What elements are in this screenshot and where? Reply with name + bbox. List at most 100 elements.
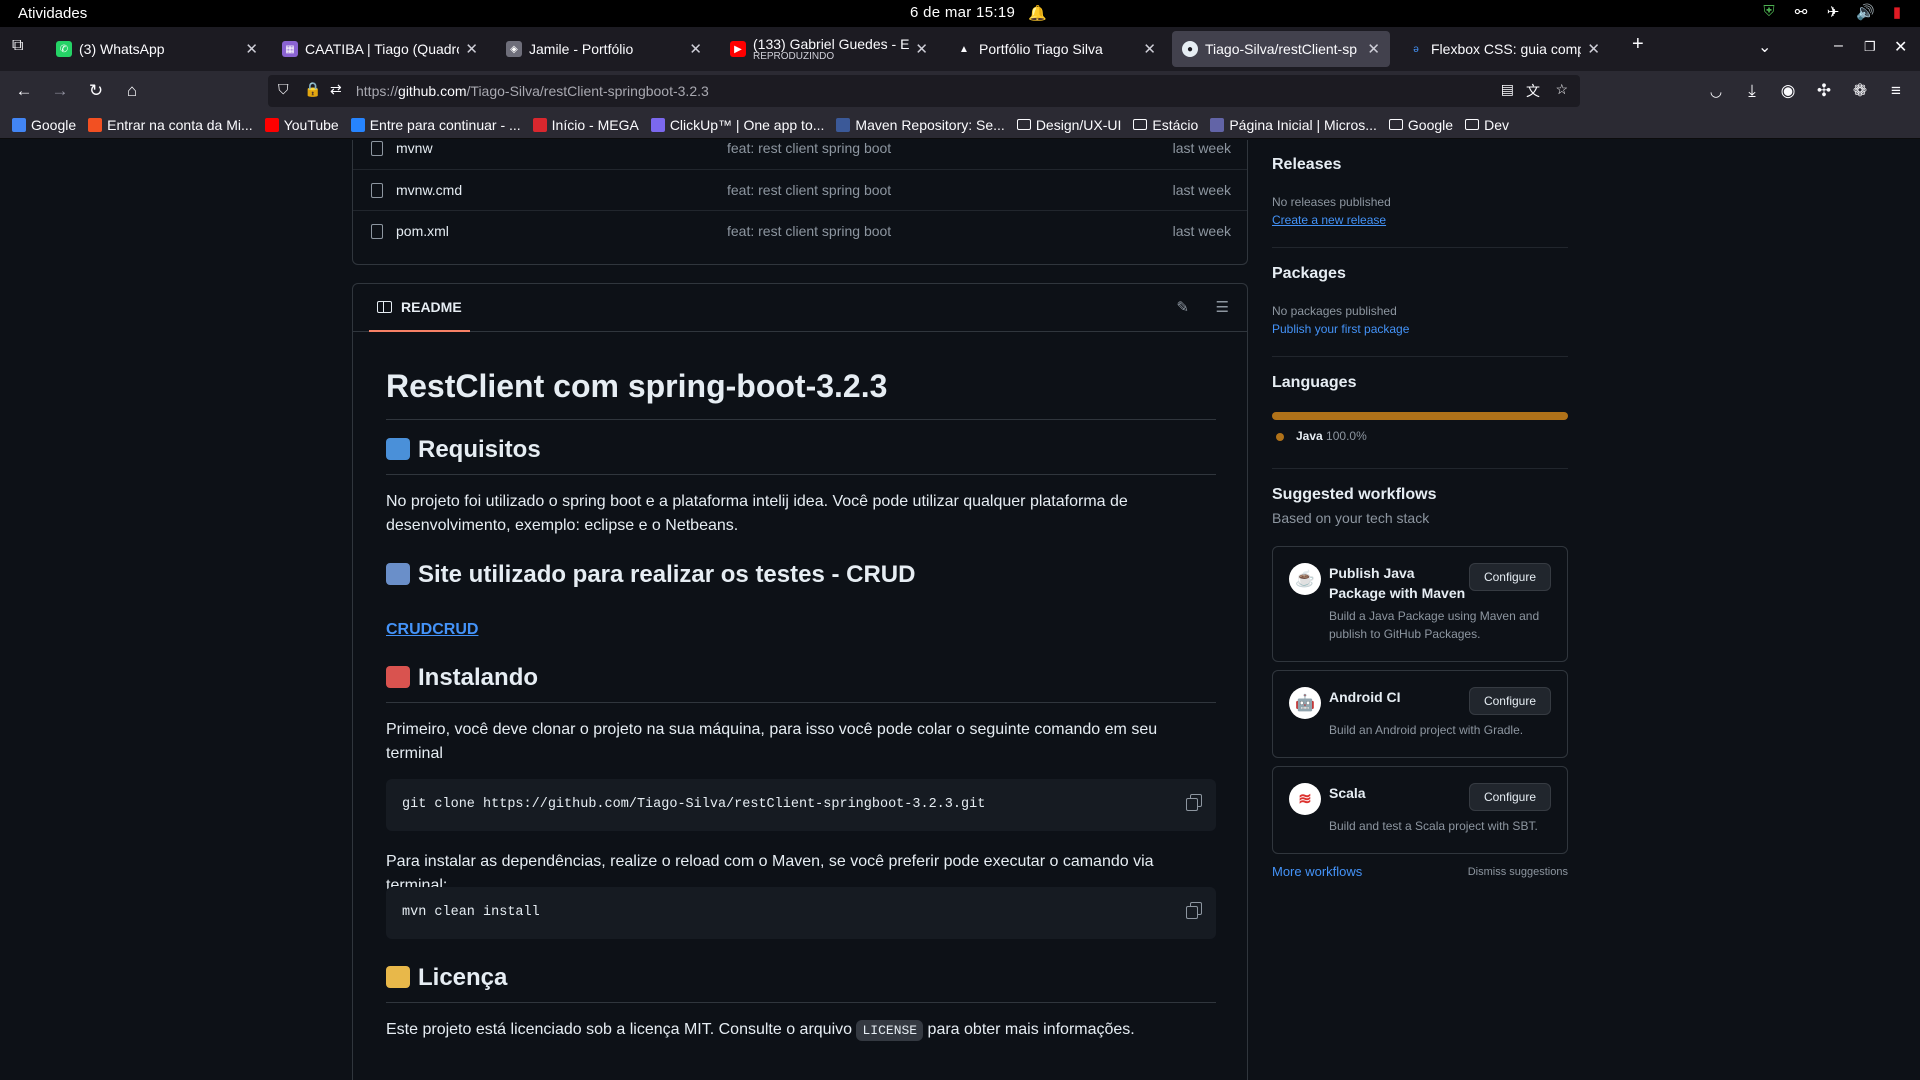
tab-title: Flexbox CSS: guia comple bbox=[1431, 41, 1582, 57]
translate-icon[interactable]: 文 bbox=[1526, 81, 1540, 101]
tab-flexbox-guide[interactable]: ə Flexbox CSS: guia comple ✕ bbox=[1398, 31, 1610, 67]
account-icon[interactable]: ◉ bbox=[1776, 79, 1800, 103]
volume-icon[interactable]: 🔊 bbox=[1856, 3, 1875, 21]
url-bar[interactable]: ⛉ 🔒 ⇄ https://github.com/Tiago-Silva/res… bbox=[268, 75, 1580, 107]
back-icon[interactable]: ← bbox=[12, 79, 36, 103]
edit-pencil-icon[interactable]: ✎ bbox=[1176, 298, 1189, 316]
tab-whatsapp[interactable]: ✆ (3) WhatsApp ✕ bbox=[46, 31, 268, 67]
outline-list-icon[interactable]: ☰ bbox=[1216, 298, 1229, 316]
configure-button[interactable]: Configure bbox=[1468, 563, 1551, 591]
file-row[interactable]: pom.xml feat: rest client spring boot la… bbox=[353, 210, 1247, 251]
bookmark-folder[interactable]: Estácio bbox=[1133, 117, 1198, 133]
new-tab-icon[interactable]: + bbox=[1632, 33, 1644, 56]
code-block-install: mvn clean install bbox=[386, 887, 1216, 939]
clone-command: git clone https://github.com/Tiago-Silva… bbox=[402, 797, 986, 812]
file-row[interactable]: mvnw.cmd feat: rest client spring boot l… bbox=[353, 169, 1247, 210]
commit-message[interactable]: feat: rest client spring boot bbox=[727, 140, 891, 156]
file-name[interactable]: mvnw.cmd bbox=[396, 182, 462, 198]
tracking-shield-icon[interactable]: ⛉ bbox=[278, 81, 289, 98]
close-tab-icon[interactable]: ✕ bbox=[465, 40, 478, 58]
bookmark-folder[interactable]: Google bbox=[1388, 117, 1453, 133]
tab-overview-icon[interactable]: ⧉ bbox=[12, 37, 23, 55]
menu-icon[interactable]: ≡ bbox=[1884, 79, 1908, 103]
battery-icon[interactable]: ▮ bbox=[1888, 3, 1906, 21]
bookmark-item[interactable]: Início - MEGA bbox=[532, 117, 639, 133]
extensions-icon[interactable]: ✣ bbox=[1812, 79, 1836, 103]
bookmark-item[interactable]: Entrar na conta da Mi... bbox=[88, 117, 253, 133]
downloads-icon[interactable]: ⤓ bbox=[1740, 79, 1764, 103]
file-name[interactable]: mvnw bbox=[396, 140, 433, 156]
bookmark-item[interactable]: Maven Repository: Se... bbox=[836, 117, 1005, 133]
file-name[interactable]: pom.xml bbox=[396, 223, 449, 239]
close-tab-icon[interactable]: ✕ bbox=[689, 40, 702, 58]
bookmark-item[interactable]: Página Inicial | Micros... bbox=[1210, 117, 1377, 133]
configure-button[interactable]: Configure bbox=[1468, 687, 1551, 715]
close-window-icon[interactable]: ✕ bbox=[1894, 37, 1907, 57]
bookmark-star-icon[interactable]: ☆ bbox=[1555, 81, 1568, 98]
releases-heading[interactable]: Releases bbox=[1272, 156, 1341, 174]
close-tab-icon[interactable]: ✕ bbox=[1587, 40, 1600, 58]
create-release-link[interactable]: Create a new release bbox=[1272, 213, 1386, 227]
tab-caatiba[interactable]: ▦ CAATIBA | Tiago (Quadro ✕ bbox=[272, 31, 488, 67]
permissions-icon[interactable]: ⇄ bbox=[330, 81, 342, 98]
bookmark-label: Entre para continuar - ... bbox=[369, 116, 521, 133]
bookmark-item[interactable]: Entre para continuar - ... bbox=[350, 116, 521, 133]
heading-licenca: Licença bbox=[386, 964, 1216, 992]
reload-icon[interactable]: ↻ bbox=[84, 79, 108, 103]
copy-icon[interactable] bbox=[1186, 902, 1202, 919]
pocket-icon[interactable]: ◡ bbox=[1704, 79, 1728, 103]
extension-gear-icon[interactable]: ❁ bbox=[1848, 79, 1872, 103]
workflows-subtitle: Based on your tech stack bbox=[1272, 510, 1430, 526]
paragraph-instalando: Primeiro, você deve clonar o projeto na … bbox=[386, 721, 1158, 762]
lock-icon[interactable]: 🔒 bbox=[304, 81, 321, 98]
forward-icon[interactable]: → bbox=[48, 79, 72, 103]
bookmark-item[interactable]: ClickUp™ | One app to... bbox=[650, 117, 824, 133]
network-icon[interactable]: ⚯ bbox=[1792, 3, 1810, 21]
tab-github-active[interactable]: ● Tiago-Silva/restClient-sp ✕ bbox=[1172, 31, 1390, 67]
bookmark-folder[interactable]: Design/UX-UI bbox=[1016, 117, 1121, 133]
close-tab-icon[interactable]: ✕ bbox=[915, 40, 928, 58]
packages-heading[interactable]: Packages bbox=[1272, 265, 1346, 283]
shield-tray-icon[interactable]: ⛨ bbox=[1760, 3, 1778, 21]
system-tray: ⛨ ⚯ ✈ 🔊 ▮ bbox=[1760, 3, 1906, 21]
commit-message[interactable]: feat: rest client spring boot bbox=[727, 223, 891, 239]
reader-view-icon[interactable]: ▤ bbox=[1501, 81, 1514, 98]
url-text[interactable]: https://github.com/Tiago-Silva/restClien… bbox=[356, 83, 709, 99]
commit-message[interactable]: feat: rest client spring boot bbox=[727, 182, 891, 198]
bookmark-folder[interactable]: Dev bbox=[1465, 117, 1509, 133]
notification-bell-icon[interactable]: 🔔 bbox=[1028, 4, 1047, 22]
tab-portfolio-tiago[interactable]: ▲ Portfólio Tiago Silva ✕ bbox=[946, 31, 1166, 67]
activities-button[interactable]: Atividades bbox=[18, 5, 87, 22]
workflow-desc: Build an Android project with Gradle. bbox=[1329, 723, 1524, 737]
commit-date: last week bbox=[1172, 223, 1231, 239]
file-row[interactable]: mvnw feat: rest client spring boot last … bbox=[353, 140, 1247, 169]
divider bbox=[1272, 468, 1568, 469]
copy-icon[interactable] bbox=[1186, 794, 1202, 811]
list-tabs-chevron-icon[interactable]: ⌄ bbox=[1758, 37, 1771, 57]
person-emoji-icon bbox=[386, 563, 410, 585]
minimize-window-icon[interactable]: – bbox=[1834, 37, 1843, 55]
home-icon[interactable]: ⌂ bbox=[120, 79, 144, 103]
readme-tab[interactable]: README bbox=[369, 284, 470, 332]
workflows-heading: Suggested workflows bbox=[1272, 486, 1437, 503]
tab-jamile-portfolio[interactable]: ◈ Jamile - Portfólio ✕ bbox=[496, 31, 712, 67]
system-clock[interactable]: 6 de mar 15:19 bbox=[910, 4, 1015, 21]
close-tab-icon[interactable]: ✕ bbox=[245, 40, 258, 58]
bookmark-label: YouTube bbox=[283, 116, 339, 133]
close-tab-icon[interactable]: ✕ bbox=[1367, 40, 1380, 58]
more-workflows-link[interactable]: More workflows bbox=[1272, 864, 1362, 879]
workflow-card: 🤖 Android CI Build an Android project wi… bbox=[1272, 670, 1568, 758]
publish-package-link[interactable]: Publish your first package bbox=[1272, 322, 1409, 336]
configure-button[interactable]: Configure bbox=[1468, 783, 1551, 811]
dismiss-suggestions-button[interactable]: Dismiss suggestions bbox=[1468, 866, 1568, 878]
bookmark-item[interactable]: Google bbox=[12, 117, 76, 133]
tab-youtube-playing[interactable]: ▶ (133) Gabriel Guedes - El REPRODUZINDO … bbox=[720, 31, 938, 67]
crudcrud-link[interactable]: CRUDCRUD bbox=[386, 621, 478, 638]
airplane-icon[interactable]: ✈ bbox=[1824, 3, 1842, 21]
close-tab-icon[interactable]: ✕ bbox=[1143, 40, 1156, 58]
license-code: LICENSE bbox=[856, 1020, 924, 1041]
bookmark-item[interactable]: YouTube bbox=[264, 116, 339, 133]
tab-title: CAATIBA | Tiago (Quadro bbox=[305, 41, 460, 57]
restore-window-icon[interactable]: ❐ bbox=[1864, 39, 1876, 55]
language-entry[interactable]: Java 100.0% bbox=[1296, 429, 1367, 443]
